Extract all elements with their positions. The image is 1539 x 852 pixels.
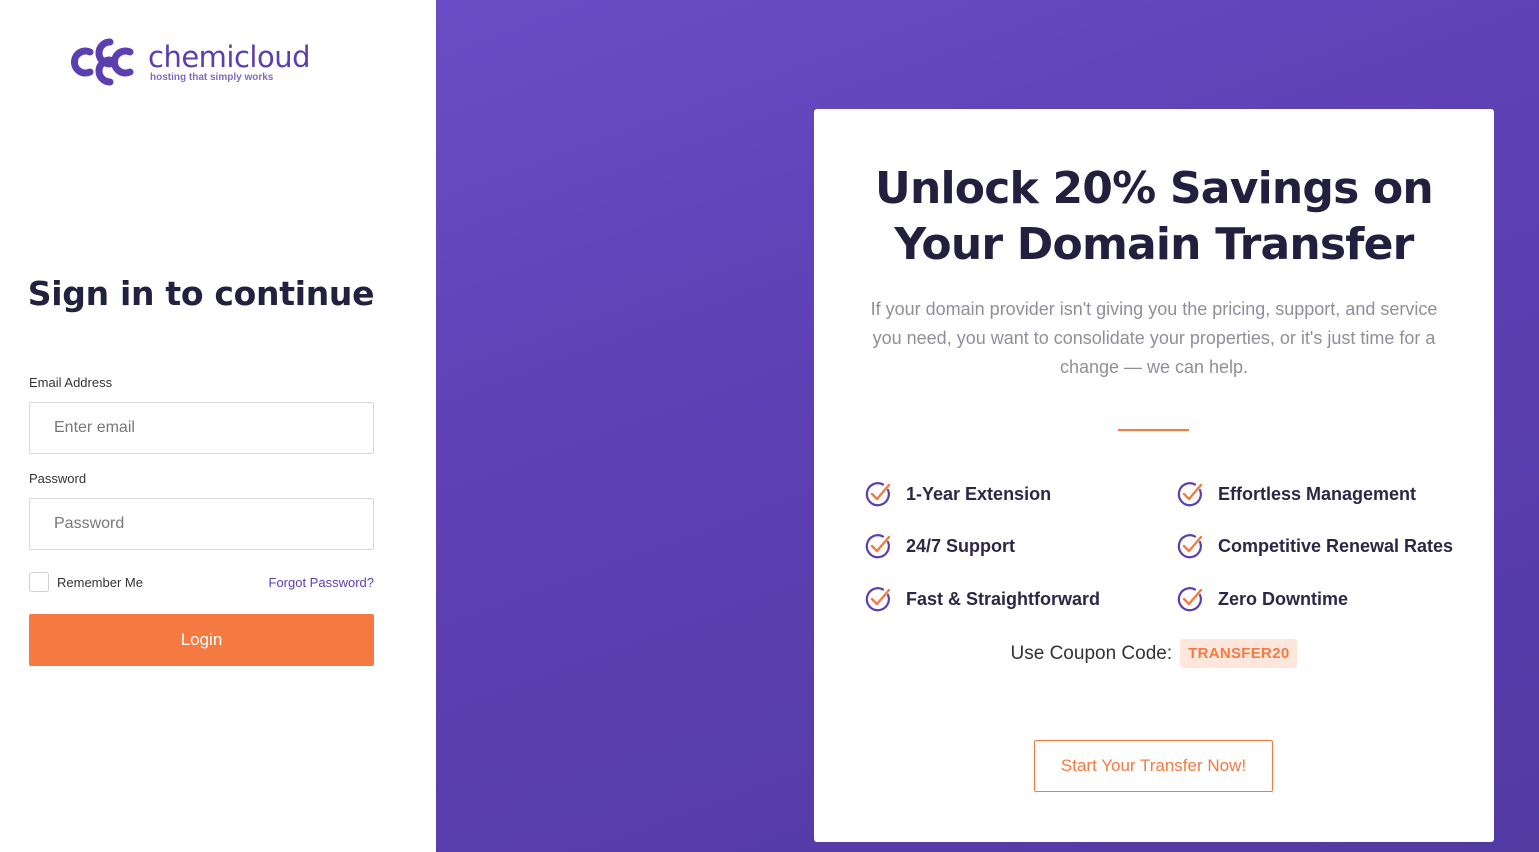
promo-title-line1: Unlock 20% Savings on — [875, 163, 1434, 214]
coupon-code-badge: TRANSFER20 — [1180, 639, 1298, 668]
feature-item: 24/7 Support — [864, 532, 1015, 560]
promo-title-line2: Your Domain Transfer — [894, 219, 1414, 270]
chemicloud-logo-icon — [70, 38, 134, 86]
promo-title: Unlock 20% Savings on Your Domain Transf… — [814, 161, 1494, 273]
password-label: Password — [29, 471, 87, 486]
remember-me[interactable]: Remember Me — [29, 572, 143, 592]
signin-title: Sign in to continue — [27, 274, 375, 313]
check-circle-icon — [865, 587, 891, 612]
feature-label: Competitive Renewal Rates — [1218, 535, 1454, 556]
promo-description: If your domain provider isn't giving you… — [870, 299, 1438, 377]
check-circle-icon — [1177, 482, 1203, 507]
feature-label: Fast & Straightforward — [906, 588, 1101, 609]
email-label: Email Address — [29, 375, 113, 390]
check-circle-icon — [1177, 534, 1203, 559]
promo-card: Unlock 20% Savings on Your Domain Transf… — [814, 109, 1494, 842]
remember-me-label: Remember Me — [57, 574, 143, 590]
coupon: Use Coupon Code: TRANSFER20 — [814, 639, 1494, 668]
check-circle-icon — [1177, 587, 1203, 612]
email-input[interactable] — [29, 402, 374, 454]
remember-me-checkbox[interactable] — [29, 572, 49, 592]
check-circle-icon — [865, 482, 891, 507]
feature-label: 24/7 Support — [906, 535, 1016, 556]
password-input[interactable] — [29, 498, 374, 550]
brand-name: chemicloud — [148, 39, 311, 74]
feature-item: Effortless Management — [1176, 480, 1416, 508]
feature-item: 1-Year Extension — [864, 480, 1051, 508]
brand-logo[interactable]: chemicloud hosting that simply works — [70, 34, 311, 90]
feature-item: Competitive Renewal Rates — [1176, 532, 1453, 560]
check-circle-icon — [865, 534, 891, 559]
coupon-label: Use Coupon Code: — [1010, 642, 1173, 664]
feature-label: 1-Year Extension — [906, 483, 1052, 504]
feature-label: Zero Downtime — [1218, 588, 1349, 609]
forgot-password-link[interactable]: Forgot Password? — [269, 575, 375, 590]
feature-item: Zero Downtime — [1176, 585, 1348, 613]
start-transfer-button[interactable]: Start Your Transfer Now! — [1034, 740, 1273, 792]
divider — [1118, 429, 1189, 431]
login-panel: chemicloud hosting that simply works Sig… — [0, 0, 436, 852]
feature-label: Effortless Management — [1218, 483, 1417, 504]
login-button[interactable]: Login — [29, 614, 374, 666]
feature-item: Fast & Straightforward — [864, 585, 1100, 613]
